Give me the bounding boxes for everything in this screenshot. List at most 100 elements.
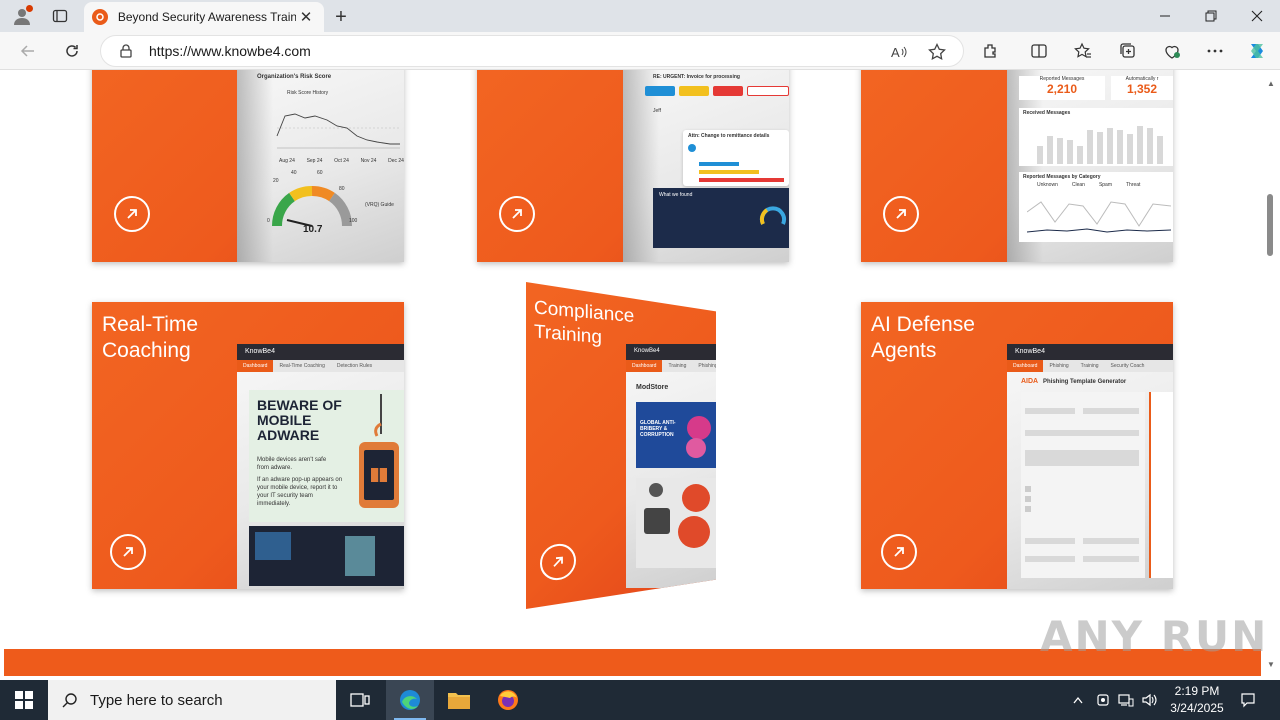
month-label: Sep 24 bbox=[306, 158, 323, 164]
knowbe4-logo: KnowBe4 bbox=[626, 344, 716, 360]
month-label: Oct 24 bbox=[334, 158, 349, 164]
taskbar-file-explorer-button[interactable] bbox=[435, 680, 483, 720]
course-icons bbox=[636, 478, 716, 568]
split-screen-icon[interactable] bbox=[1027, 39, 1051, 63]
vrq-label: (VRQ) Guide bbox=[365, 202, 394, 208]
close-window-button[interactable] bbox=[1234, 0, 1280, 32]
course-banner: GLOBAL ANTI-BRIBERY & CORRUPTION bbox=[636, 402, 716, 468]
kb-tab: Detection Rules bbox=[336, 363, 373, 369]
taskbar-firefox-button[interactable] bbox=[484, 680, 532, 720]
refresh-button[interactable] bbox=[57, 36, 87, 66]
phishing-email-card[interactable]: RE: URGENT: Invoice for processing Jeff … bbox=[477, 70, 789, 262]
address-toolbar: https://www.knowbe4.com A bbox=[0, 32, 1280, 70]
legend-item: Unknown bbox=[1037, 182, 1058, 188]
browser-tab-active[interactable]: Beyond Security Awareness Training ✕ bbox=[84, 2, 324, 32]
start-button[interactable] bbox=[0, 680, 48, 720]
read-aloud-icon[interactable]: A bbox=[887, 40, 911, 64]
gauge-tick: 40 bbox=[291, 170, 297, 176]
compliance-training-screenshot: KnowBe4 Dashboard Training Phishing ModS… bbox=[626, 344, 716, 588]
phone-hook-icon bbox=[359, 394, 399, 508]
month-label: Nov 24 bbox=[360, 158, 377, 164]
more-options-icon[interactable] bbox=[1203, 39, 1227, 63]
month-label: Aug 24 bbox=[279, 158, 295, 164]
restore-icon bbox=[1205, 10, 1217, 22]
gauge-tick: 20 bbox=[273, 178, 279, 184]
panel-title: What we found bbox=[659, 192, 693, 198]
favorites-icon[interactable] bbox=[1071, 39, 1095, 63]
close-icon bbox=[1251, 10, 1263, 22]
svg-text:A: A bbox=[891, 45, 900, 60]
new-tab-button[interactable]: + bbox=[330, 6, 352, 28]
what-we-found-panel: What we found bbox=[653, 188, 789, 248]
card-link-arrow-icon[interactable] bbox=[114, 196, 150, 232]
category-label: Reported Messages by Category bbox=[1023, 174, 1101, 180]
kb-tab-bar: Dashboard Real-Time Coaching Detection R… bbox=[237, 360, 404, 372]
risk-score-screenshot: Organization's Risk Score Risk Score His… bbox=[237, 70, 404, 262]
category-legend: Unknown Clean Spam Threat bbox=[1019, 182, 1173, 188]
kb-tab: Dashboard bbox=[237, 360, 274, 372]
network-icon[interactable] bbox=[1116, 680, 1136, 720]
collections-icon[interactable] bbox=[1116, 39, 1140, 63]
url-field[interactable]: https://www.knowbe4.com A bbox=[100, 35, 964, 67]
back-button[interactable] bbox=[13, 36, 43, 66]
card-link-arrow-icon[interactable] bbox=[110, 534, 146, 570]
anyrun-watermark: ANY RUN bbox=[1040, 612, 1269, 661]
ai-defense-agents-card[interactable]: AI Defense Agents KnowBe4 Dashboard Phis… bbox=[861, 302, 1173, 589]
compliance-training-card[interactable]: Compliance Training KnowBe4 Dashboard Tr… bbox=[526, 282, 716, 609]
taskbar-search-box[interactable]: Type here to search bbox=[48, 680, 336, 720]
minimize-button[interactable] bbox=[1142, 0, 1188, 32]
firefox-icon bbox=[498, 690, 518, 710]
knowbe4-logo: KnowBe4 bbox=[1007, 344, 1173, 360]
notification-dot bbox=[26, 5, 33, 12]
kb-tab: Phishing bbox=[1049, 363, 1069, 369]
received-messages-chart: Received Messages bbox=[1019, 108, 1173, 166]
gauge-value: 10.7 bbox=[303, 224, 323, 235]
poster-text: Mobile devices aren't safe from adware. bbox=[257, 457, 327, 471]
card-link-arrow-icon[interactable] bbox=[881, 534, 917, 570]
close-tab-icon[interactable]: ✕ bbox=[296, 7, 316, 27]
tab-title: Beyond Security Awareness Training bbox=[117, 10, 297, 24]
taskbar-clock[interactable]: 2:19 PM 3/24/2025 bbox=[1162, 683, 1232, 717]
card-link-arrow-icon[interactable] bbox=[883, 196, 919, 232]
risk-score-line-chart bbox=[276, 113, 400, 149]
mobile-adware-poster: BEWARE OF MOBILE ADWARE Mobile devices a… bbox=[249, 390, 404, 522]
gauge-tick: 60 bbox=[317, 170, 323, 176]
notifications-icon[interactable] bbox=[1234, 680, 1262, 720]
volume-icon[interactable] bbox=[1140, 680, 1160, 720]
card-link-arrow-icon[interactable] bbox=[540, 542, 576, 582]
coaching-thumbnails bbox=[249, 526, 404, 586]
kb-tab: Real-Time Coaching bbox=[279, 363, 325, 369]
auto-value: 1,352 bbox=[1126, 82, 1158, 96]
card-link-arrow-icon[interactable] bbox=[499, 196, 535, 232]
generator-form bbox=[1021, 392, 1145, 578]
generator-preview bbox=[1149, 392, 1173, 578]
chart-months: Aug 24 Sep 24 Oct 24 Nov 24 Dec 24 bbox=[279, 158, 404, 164]
page-scrollbar[interactable]: ▲ ▼ bbox=[1262, 70, 1280, 679]
copilot-icon[interactable] bbox=[1245, 39, 1269, 63]
browser-essentials-icon[interactable] bbox=[1160, 39, 1184, 63]
profile-avatar[interactable] bbox=[8, 2, 36, 30]
taskbar-edge-button[interactable] bbox=[386, 680, 434, 720]
extensions-icon[interactable] bbox=[979, 39, 1003, 63]
email-body: Jeff bbox=[653, 108, 693, 115]
task-view-button[interactable] bbox=[336, 680, 384, 720]
real-time-coaching-card[interactable]: Real-Time Coaching KnowBe4 Dashboard Rea… bbox=[92, 302, 404, 589]
risk-score-card[interactable]: Organization's Risk Score Risk Score His… bbox=[92, 70, 404, 262]
kb-tab: Training bbox=[1080, 363, 1099, 369]
tab-actions-button[interactable] bbox=[46, 2, 74, 30]
show-hidden-icons-icon[interactable] bbox=[1070, 680, 1086, 720]
card-title: AI Defense Agents bbox=[871, 313, 975, 362]
search-icon bbox=[62, 693, 77, 708]
kb-tab: Phishing bbox=[698, 363, 716, 369]
security-tray-icon[interactable] bbox=[1094, 680, 1112, 720]
auto-stat: Automatically r 1,352 bbox=[1111, 76, 1173, 100]
restore-button[interactable] bbox=[1188, 0, 1234, 32]
favorite-star-icon[interactable] bbox=[925, 40, 949, 64]
real-time-coaching-screenshot: KnowBe4 Dashboard Real-Time Coaching Det… bbox=[237, 344, 404, 589]
lock-icon[interactable] bbox=[117, 44, 135, 58]
scroll-up-icon[interactable]: ▲ bbox=[1266, 78, 1276, 88]
legend-item: Threat bbox=[1126, 182, 1141, 188]
scroll-thumb[interactable] bbox=[1267, 194, 1273, 256]
reported-messages-card[interactable]: Reported Messages 2,210 Automatically r … bbox=[861, 70, 1173, 262]
windows-taskbar: Type here to search 2:19 PM 3/24/2025 bbox=[0, 680, 1280, 720]
